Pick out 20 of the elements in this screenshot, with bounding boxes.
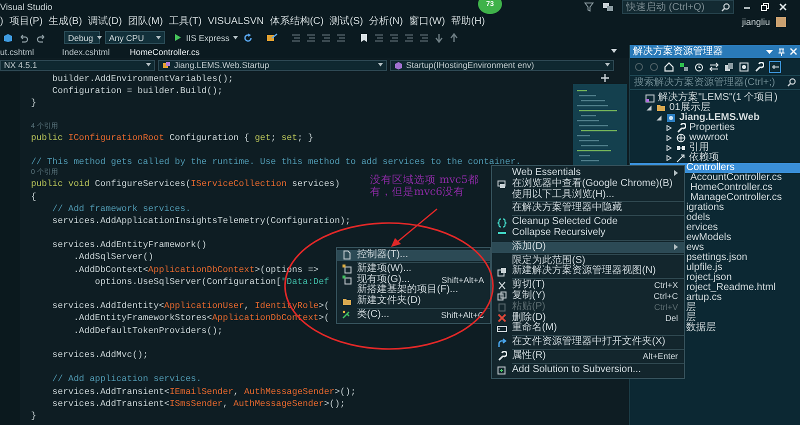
code-line: Configuration = builder.Build();: [51, 85, 223, 98]
code-line: .AddSqlServer(): [72, 251, 154, 264]
code-line: {: [31, 190, 36, 203]
code-line: builder.AddEnvironmentVariables();: [51, 73, 234, 86]
code-line: services.AddMvc();: [51, 348, 148, 362]
code-line: services.AddTransient<ISmsSender, AuthMessageSender>();: [51, 398, 346, 410]
code-line: }: [31, 97, 36, 110]
code-line: services.AddTransient<IEmailSender, AuthMessageSender>();: [51, 386, 356, 398]
code-line: }: [31, 410, 36, 422]
code-line: services.AddApplicationInsightsTelemetry(Configuration);: [51, 214, 351, 228]
code-line: services.AddEntityFramework(): [51, 239, 207, 252]
code-line: // Add application services.: [51, 373, 202, 386]
code-line: .AddDefaultTokenProviders();: [72, 324, 223, 337]
window-title: Visual Studio: [0, 2, 52, 12]
code-line: // This method gets called by the runtime. Use this method to add services to the container.: [31, 156, 521, 168]
code-line: public void ConfigureServices(IServiceCollection services): [31, 178, 340, 190]
code-line: public IConfigurationRoot Configuration { get; set; }: [31, 132, 314, 144]
panel-title: 解决方案资源管理器: [633, 46, 724, 58]
code-line: // Add framework services.: [51, 202, 191, 215]
annotation-text: 没有区域选项 mvc5都有，但是mvc6没有: [370, 174, 480, 198]
